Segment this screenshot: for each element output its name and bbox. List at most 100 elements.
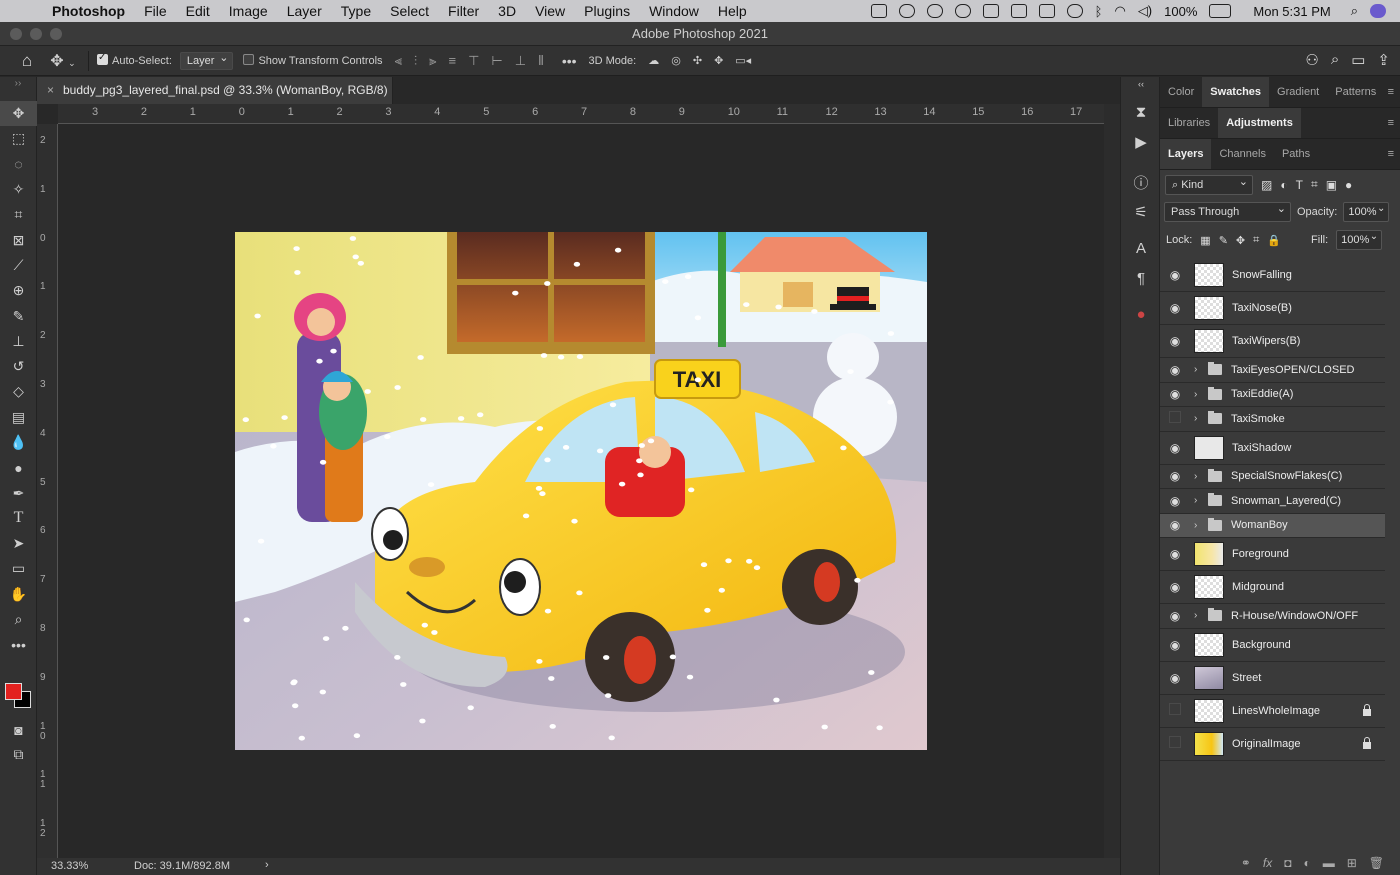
properties-panel-icon[interactable]: ⚟: [1121, 197, 1161, 227]
healing-brush-tool-icon[interactable]: ⊕: [0, 278, 37, 303]
menu-app-name[interactable]: Photoshop: [52, 3, 125, 19]
horizontal-ruler[interactable]: 3 2 1 0 1 2 3 4 5 6 7 8 9 10 11 12 13 14 15 16 17: [58, 104, 1104, 124]
menu-help[interactable]: Help: [718, 3, 747, 19]
type-tool-icon[interactable]: T: [0, 506, 37, 531]
document-canvas[interactable]: TAXI: [235, 232, 927, 750]
eyedropper-tool-icon[interactable]: ⟋: [0, 253, 37, 278]
align-right-icon[interactable]: ⫸: [429, 53, 436, 69]
lock-image-icon[interactable]: ✎: [1219, 234, 1228, 247]
align-center-icon[interactable]: ⫶: [414, 53, 417, 69]
quick-mask-icon[interactable]: ◙: [0, 717, 37, 742]
layer-row[interactable]: OriginalImage: [1160, 728, 1385, 761]
visibility-eye-icon[interactable]: ◉: [1160, 494, 1190, 508]
layer-row[interactable]: ◉ TaxiShadow: [1160, 432, 1385, 465]
siri-icon[interactable]: [1370, 4, 1386, 18]
visibility-eye-icon[interactable]: ◉: [1160, 334, 1190, 348]
layer-name[interactable]: WomanBoy: [1231, 519, 1288, 531]
info-panel-icon[interactable]: ⓘ: [1121, 167, 1161, 197]
marquee-tool-icon[interactable]: ⬚: [0, 126, 37, 151]
character-panel-icon[interactable]: A: [1121, 233, 1161, 263]
drive-icon[interactable]: [1010, 4, 1027, 18]
menu-type[interactable]: Type: [341, 3, 371, 19]
dropbox-icon[interactable]: [982, 4, 999, 18]
more-options-icon[interactable]: •••: [562, 53, 577, 69]
tab-libraries[interactable]: Libraries: [1160, 108, 1218, 138]
filter-toggle-icon[interactable]: ●: [1345, 178, 1352, 192]
layer-name[interactable]: TaxiEyesOPEN/CLOSED: [1231, 364, 1354, 376]
eraser-tool-icon[interactable]: ◇: [0, 379, 37, 404]
menu-file[interactable]: File: [144, 3, 167, 19]
layer-name[interactable]: SnowFalling: [1232, 269, 1292, 281]
layer-row[interactable]: ◉ › WomanBoy: [1160, 513, 1385, 538]
collapse-panels-icon[interactable]: ‹‹: [1121, 77, 1161, 91]
visibility-eye-icon[interactable]: [1160, 703, 1190, 718]
rectangle-tool-icon[interactable]: ▭: [0, 556, 37, 581]
show-transform-checkbox[interactable]: Show Transform Controls: [243, 54, 383, 67]
menu-layer[interactable]: Layer: [287, 3, 322, 19]
layer-name[interactable]: TaxiNose(B): [1232, 302, 1292, 314]
adobe-status-icon[interactable]: [870, 4, 887, 18]
align-middle-icon[interactable]: ⊢: [491, 53, 502, 69]
clone-stamp-tool-icon[interactable]: ⊥: [0, 329, 37, 354]
vpn-icon[interactable]: [1038, 4, 1055, 18]
tab-color[interactable]: Color: [1160, 77, 1202, 107]
blend-mode-dropdown[interactable]: Pass Through: [1164, 200, 1291, 222]
history-panel-icon[interactable]: ⧗: [1121, 97, 1161, 127]
share-icon[interactable]: ⇪: [1377, 51, 1390, 69]
tab-channels[interactable]: Channels: [1211, 139, 1273, 169]
share-user-icon[interactable]: ⚇: [1305, 51, 1318, 69]
3d-slide-icon[interactable]: ✥: [714, 54, 723, 67]
visibility-eye-icon[interactable]: ◉: [1160, 387, 1190, 401]
wifi-icon[interactable]: ◠: [1114, 3, 1125, 19]
layer-name[interactable]: TaxiShadow: [1232, 442, 1291, 454]
visibility-eye-icon[interactable]: ◉: [1160, 268, 1190, 282]
fill-field[interactable]: 100%: [1336, 228, 1383, 250]
move-tool-preset-icon[interactable]: ✥ ⌄: [46, 51, 80, 71]
lock-artboard-icon[interactable]: ⌗: [1253, 234, 1259, 247]
time-machine-icon[interactable]: [1066, 4, 1083, 18]
distribute-vertical-icon[interactable]: ⦀: [538, 53, 544, 69]
3d-pan-icon[interactable]: ✣: [693, 54, 702, 67]
menu-3d[interactable]: 3D: [498, 3, 516, 19]
visibility-eye-icon[interactable]: ◉: [1160, 518, 1190, 532]
paragraph-panel-icon[interactable]: ¶: [1121, 263, 1161, 293]
pen-tool-icon[interactable]: ✒: [0, 480, 37, 505]
close-window-button[interactable]: [10, 28, 22, 40]
3d-roll-icon[interactable]: ◎: [671, 54, 681, 67]
panel-menu-icon[interactable]: ≡: [1388, 148, 1394, 160]
expand-group-icon[interactable]: ›: [1194, 610, 1206, 621]
move-tool-icon[interactable]: ✥: [0, 101, 37, 127]
visibility-eye-icon[interactable]: ◉: [1160, 441, 1190, 455]
bluetooth-icon[interactable]: ᛒ: [1095, 4, 1103, 19]
zoom-window-button[interactable]: [50, 28, 62, 40]
magic-wand-tool-icon[interactable]: ✧: [0, 177, 37, 202]
volume-icon[interactable]: ◁): [1138, 3, 1152, 19]
home-icon[interactable]: ⌂: [8, 51, 46, 71]
menu-window[interactable]: Window: [649, 3, 699, 19]
add-mask-icon[interactable]: ◘: [1284, 856, 1291, 870]
layer-row[interactable]: ◉ SnowFalling: [1160, 259, 1385, 292]
layer-kind-filter[interactable]: ⌕ Kind: [1165, 173, 1253, 195]
tab-swatches[interactable]: Swatches: [1202, 77, 1270, 107]
layer-row[interactable]: › TaxiSmoke: [1160, 407, 1385, 432]
spotlight-search-icon[interactable]: ⌕: [1351, 3, 1358, 19]
menu-view[interactable]: View: [535, 3, 565, 19]
expand-group-icon[interactable]: ›: [1194, 495, 1206, 506]
visibility-eye-icon[interactable]: ◉: [1160, 547, 1190, 561]
vertical-scrollbar[interactable]: [1104, 104, 1120, 858]
edit-toolbar-icon[interactable]: •••: [0, 632, 37, 657]
minimize-window-button[interactable]: [30, 28, 42, 40]
layer-style-icon[interactable]: fx: [1263, 856, 1272, 870]
history-brush-tool-icon[interactable]: ↺: [0, 354, 37, 379]
vertical-ruler[interactable]: 2101234567891 01 11 2: [37, 124, 58, 858]
zoom-level[interactable]: 33.33%: [51, 860, 88, 872]
workspace-icon[interactable]: ▭: [1351, 51, 1365, 69]
close-tab-icon[interactable]: ×: [47, 77, 54, 104]
link-layers-icon[interactable]: ⚭: [1241, 856, 1251, 870]
lock-transparent-icon[interactable]: ▦: [1200, 234, 1210, 247]
filter-pixel-icon[interactable]: ▨: [1261, 178, 1272, 192]
layer-row[interactable]: ◉ TaxiNose(B): [1160, 292, 1385, 325]
layer-name[interactable]: Background: [1232, 639, 1291, 651]
status-menu-arrow-icon[interactable]: ›: [265, 859, 269, 871]
tab-paths[interactable]: Paths: [1274, 139, 1318, 169]
